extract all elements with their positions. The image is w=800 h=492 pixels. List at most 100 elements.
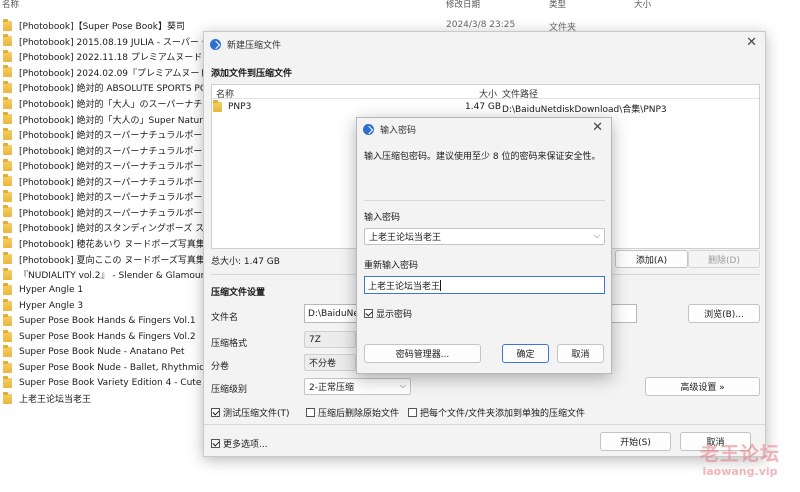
watermark-url: laowang.vip — [702, 465, 778, 478]
password-dialog: 输入密码 ✕ 输入压缩包密码。建议使用至少 8 位的密码来保证安全性。 输入密码… — [356, 117, 612, 374]
list-item[interactable]: [Photobook] 絶対的スーパーナチュラルポーズ — [0, 127, 215, 143]
folder-icon — [3, 205, 12, 218]
file-list-col-path[interactable]: 文件路径 — [502, 87, 538, 100]
delete-after-checkbox[interactable]: 压缩后删除原始文件 — [306, 406, 399, 419]
format-select[interactable]: 7Z — [304, 331, 356, 348]
archive-settings-section-label: 压缩文件设置 — [211, 288, 266, 298]
list-item[interactable]: [Photobook] 絶対的スーパーナチュラルポーズ — [0, 205, 215, 221]
password-dialog-titlebar[interactable]: 输入密码 ✕ — [357, 118, 611, 140]
list-item[interactable]: [Photobook] 絶対的スーパーナチュラルポーズ — [0, 189, 215, 205]
enter-password-label: 输入密码 — [364, 213, 401, 223]
list-item[interactable]: [Photobook] 絶対的 ABSOLUTE SPORTS POSES — [0, 80, 215, 96]
file-list-header: 名称 大小 文件路径 — [212, 85, 759, 100]
close-icon[interactable]: ✕ — [592, 121, 603, 135]
folder-icon — [3, 298, 12, 311]
reenter-password-input[interactable]: 上老王论坛当老王 — [364, 276, 605, 294]
list-item-label: 上老王论坛当老王 — [19, 395, 92, 406]
list-item-label: Super Pose Book Nude - Anatano Pet — [19, 347, 185, 358]
format-select-value: 7Z — [309, 334, 321, 345]
list-item[interactable]: [Photobook] 絶対的スーパーナチュラルポーズ — [0, 174, 215, 190]
separate-archives-label: 把每个文件/文件夹添加到单独的压缩文件 — [420, 409, 586, 419]
list-item[interactable]: [Photobook] 夏向ここの ヌードポーズ写真集 絶 — [0, 251, 215, 267]
list-item-label: [Photobook] 2024.02.09『プレミアムヌードポ — [19, 68, 215, 79]
list-item[interactable]: [Photobook] 2015.08.19 JULIA - スーパー・ポ — [0, 34, 215, 50]
column-header-name[interactable]: 名称 — [2, 0, 19, 10]
password-cancel-button[interactable]: 取消 — [557, 344, 604, 363]
list-item[interactable]: [Photobook] 絶対的スタンディングポーズ ス — [0, 220, 215, 236]
dialog-titlebar[interactable]: 新建压缩文件 ✕ — [204, 32, 765, 56]
password-manager-button[interactable]: 密码管理器... — [364, 344, 481, 363]
list-item[interactable]: Super Pose Book Nude - Ballet, Rhythmic … — [0, 360, 215, 376]
test-archive-label: 测试压缩文件(T) — [223, 409, 290, 419]
folder-icon — [3, 49, 12, 62]
list-item[interactable]: [Photobook] 絶対的スーパーナチュラルポーズ — [0, 158, 215, 174]
file-list-col-size[interactable]: 大小 — [479, 87, 497, 100]
folder-icon — [3, 18, 12, 31]
compression-level-select[interactable]: 2-正常压缩 ⌵ — [304, 378, 411, 395]
list-item[interactable]: [Photobook] 2022.11.18 プレミアムヌードポー — [0, 49, 215, 65]
list-item[interactable]: Super Pose Book Hands & Fingers Vol.2 — [0, 329, 215, 345]
more-options-checkbox[interactable]: 更多选项... — [211, 437, 268, 450]
folder-icon — [3, 376, 12, 389]
folder-icon — [3, 127, 12, 140]
list-item-label: [Photobook] 2015.08.19 JULIA - スーパー・ポ — [19, 37, 215, 48]
list-item[interactable]: [Photobook] 2024.02.09『プレミアムヌードポ — [0, 65, 215, 81]
start-button[interactable]: 开始(S) — [600, 432, 671, 451]
checkbox-checked-icon[interactable] — [211, 408, 220, 417]
add-files-section-label: 添加文件到压缩文件 — [211, 69, 293, 79]
checkbox-checked-icon[interactable] — [211, 439, 220, 448]
list-item[interactable]: [Photobook] 絶対的「大人」のスーパーナチュ — [0, 96, 215, 112]
delete-after-label: 压缩后删除原始文件 — [318, 409, 400, 419]
list-item[interactable]: Super Pose Book Nude - Anatano Pet — [0, 345, 215, 361]
test-archive-checkbox[interactable]: 测试压缩文件(T) — [211, 406, 290, 419]
list-item-label: [Photobook] 絶対的 ABSOLUTE SPORTS POSES — [19, 84, 215, 95]
list-item[interactable]: [Photobook] 絶対的スーパーナチュラルポーズ — [0, 142, 215, 158]
total-size-label: 总大小: 1.47 GB — [211, 257, 280, 267]
checkbox-icon[interactable] — [408, 408, 417, 417]
chevron-down-icon[interactable]: ⌵ — [594, 231, 600, 241]
list-item-label: [Photobook] 夏向ここの ヌードポーズ写真集 絶 — [19, 255, 215, 266]
list-item-label: [Photobook] 2022.11.18 プレミアムヌードポー — [19, 53, 215, 64]
table-row[interactable]: PNP3 1.47 GB D:\BaiduNetdiskDownload\合集\… — [212, 100, 759, 115]
folder-icon — [3, 174, 12, 187]
browse-button[interactable]: 浏览(B)... — [688, 304, 760, 323]
folder-icon — [3, 391, 12, 404]
list-item[interactable]: 上老王论坛当老王 — [0, 391, 215, 407]
file-list-col-name[interactable]: 名称 — [216, 87, 234, 100]
separate-archives-checkbox[interactable]: 把每个文件/文件夹添加到单独的压缩文件 — [408, 406, 585, 419]
filename-label: 文件名 — [211, 313, 239, 323]
ok-button[interactable]: 确定 — [502, 344, 549, 363]
list-item[interactable]: Super Pose Book Variety Edition 4 - Cute — [0, 376, 215, 392]
list-item[interactable]: [Photobook]【Super Pose Book】葵司 — [0, 18, 215, 34]
password-input[interactable]: 上老王论坛当老王 ⌵ — [364, 228, 605, 245]
list-item[interactable]: [Photobook] 絶対的「大人の」Super Natural P — [0, 111, 215, 127]
reenter-password-value: 上老王论坛当老王 — [368, 281, 441, 292]
show-password-checkbox[interactable]: 显示密码 — [364, 307, 412, 320]
list-item[interactable]: [Photobook] 穂花あいり ヌードポーズ写真集 絶 — [0, 236, 215, 252]
list-item[interactable]: Super Pose Book Hands & Fingers Vol.1 — [0, 313, 215, 329]
reenter-password-label: 重新输入密码 — [364, 261, 419, 271]
checkbox-checked-icon[interactable] — [364, 309, 373, 318]
list-item-label: Hyper Angle 1 — [19, 285, 84, 296]
list-item[interactable]: 『NUDIALITY vol.2』 - Slender & Glamour SP — [0, 267, 215, 283]
column-header-modified[interactable]: 修改日期 — [446, 0, 480, 10]
more-options-label: 更多选项... — [223, 440, 268, 450]
close-icon[interactable]: ✕ — [746, 36, 757, 50]
list-item[interactable]: Hyper Angle 3 — [0, 298, 215, 314]
add-button[interactable]: 添加(A) — [615, 250, 688, 268]
split-select[interactable]: 不分卷 — [304, 354, 356, 371]
folder-icon — [3, 96, 12, 109]
delete-button[interactable]: 删除(D) — [688, 250, 760, 268]
column-header-type[interactable]: 类型 — [549, 0, 566, 10]
show-password-label: 显示密码 — [376, 310, 413, 320]
list-item-label: [Photobook] 絶対的スーパーナチュラルポーズ — [19, 177, 211, 188]
folder-icon — [3, 65, 12, 78]
advanced-settings-button[interactable]: 高级设置 » — [645, 377, 760, 396]
list-item-label: [Photobook] 絶対的スタンディングポーズ ス — [19, 224, 205, 235]
divider — [204, 424, 765, 425]
column-header-size[interactable]: 大小 — [634, 0, 651, 10]
folder-icon — [3, 345, 12, 358]
checkbox-icon[interactable] — [306, 408, 315, 417]
list-item[interactable]: Hyper Angle 1 — [0, 282, 215, 298]
list-item-label: Hyper Angle 3 — [19, 300, 84, 311]
